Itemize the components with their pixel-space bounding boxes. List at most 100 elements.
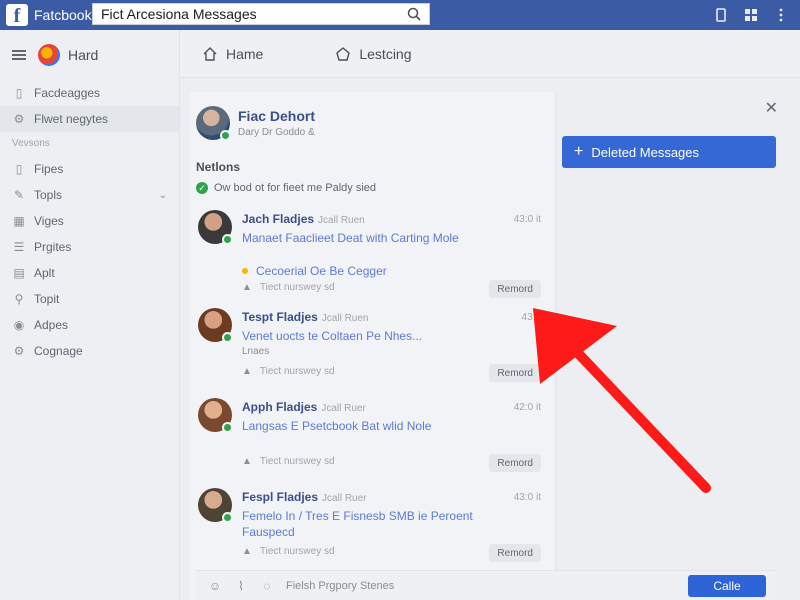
message-footer-text: Tiect nurswey sd xyxy=(259,546,335,557)
list-item[interactable]: Jach Fladjes Jcall Ruen 43:0 it Manaet Fa… xyxy=(196,206,555,298)
status-note: ✓ Ow bod ot for fieet me Paldy sied xyxy=(196,182,555,194)
sidebar-item[interactable]: ⚲ Topit xyxy=(0,286,179,312)
message-body[interactable]: Langsas E Psetcbook Bat wlid Nole xyxy=(242,418,482,434)
plus-icon: + xyxy=(574,143,584,160)
sidebar-section-label: Vevsons xyxy=(12,138,50,149)
avatar[interactable] xyxy=(198,488,233,523)
sidebar-item-label: Fipes xyxy=(34,162,64,176)
avatar[interactable] xyxy=(196,106,231,141)
brand-name: Fatcbook xyxy=(34,7,92,23)
message-footer: ▲ Tiect nurswey sd xyxy=(242,456,335,467)
top-bar: f Fatcbook xyxy=(0,0,800,30)
message-footer: ▲ Tiect nurswey sd xyxy=(242,366,335,377)
sidebar-item-label: Facdeagges xyxy=(34,86,101,100)
sidebar-item-label: Adpes xyxy=(34,318,69,332)
deleted-messages-button[interactable]: + Deleted Messages xyxy=(562,136,776,168)
search-bar[interactable] xyxy=(92,3,430,25)
message-time: 43:0 it xyxy=(513,492,541,503)
message-tag: Lnaes xyxy=(242,346,270,357)
sidebar-item-label: Topls xyxy=(34,188,63,202)
grid-icon[interactable] xyxy=(742,6,760,24)
online-indicator-icon xyxy=(222,234,233,245)
section-title: Netlons xyxy=(196,160,241,174)
sub-navigation: Hame Lestcing xyxy=(180,30,800,78)
menu-icon[interactable] xyxy=(12,50,26,60)
message-time: 43:0 xyxy=(521,312,541,323)
sender-name[interactable]: Apph Fladjes xyxy=(242,400,317,414)
composer-text[interactable]: Fielsh Prgpory Stenes xyxy=(286,580,394,592)
thumbs-up-icon: ▲ xyxy=(242,366,252,377)
message-body[interactable]: Manaet Faaclieet Deat with Carting Mole xyxy=(242,230,482,246)
deleted-messages-label: Deleted Messages xyxy=(591,144,700,160)
emoji-icon[interactable]: ☺ xyxy=(208,579,222,593)
sidebar-header-label: Hard xyxy=(68,47,99,63)
list-item[interactable]: Apph Fladjes Jcall Ruer 42:0 it Langsas E… xyxy=(196,394,555,484)
attachment-icon[interactable]: ⌇ xyxy=(234,579,248,593)
thumbs-up-icon: ▲ xyxy=(242,546,252,557)
sidebar-item[interactable]: ▤ Aplt xyxy=(0,260,179,286)
nav-home[interactable]: Hame xyxy=(202,46,263,62)
sidebar-item[interactable]: ⚙ Cognage xyxy=(0,338,179,364)
remove-button[interactable]: Remord xyxy=(489,364,541,382)
sidebar-item[interactable]: ▦ Viges xyxy=(0,208,179,234)
pentagon-icon xyxy=(336,46,351,61)
message-tag-text: Cecoerial Oe Be Cegger xyxy=(256,264,387,278)
sidebar-item-label: Topit xyxy=(34,292,60,306)
close-icon[interactable]: ✕ xyxy=(765,98,778,118)
sidebar-item-label: Cognage xyxy=(34,344,83,358)
sender-name[interactable]: Jach Fladjes xyxy=(242,212,314,226)
chat-icon[interactable]: ◌ xyxy=(260,579,274,593)
avatar[interactable] xyxy=(38,44,60,66)
thumbs-up-icon: ▲ xyxy=(242,282,252,293)
profile-subtitle: Dary Dr Goddo & xyxy=(238,127,315,138)
remove-button[interactable]: Remord xyxy=(489,280,541,298)
home-icon xyxy=(203,46,217,61)
online-indicator-icon xyxy=(222,512,233,523)
message-body[interactable]: Femelo In / Tres E Fisnesb SMB ie Peroen… xyxy=(242,508,482,540)
message-body[interactable]: Venet uocts te Coltaen Pe Nhes... xyxy=(242,328,482,344)
settings-icon: ◉ xyxy=(13,318,25,332)
sidebar-item-label: Viges xyxy=(34,214,64,228)
list-icon: ☰ xyxy=(13,240,25,254)
list-item[interactable]: Tespt Fladjes Jcall Ruen 43:0 Venet uocts… xyxy=(196,304,555,394)
message-footer: ▲ Tiect nurswey sd xyxy=(242,546,335,557)
message-footer-text: Tiect nurswey sd xyxy=(259,456,335,467)
sidebar-item-settings[interactable]: ⚙ Flwet negytes xyxy=(0,106,179,132)
sidebar-item-label: Aplt xyxy=(34,266,55,280)
call-button[interactable]: Calle xyxy=(688,575,766,597)
sender-name[interactable]: Tespt Fladjes xyxy=(242,310,318,324)
sidebar-item-messages[interactable]: ▯ Facdeagges xyxy=(0,80,179,106)
sidebar-item[interactable]: ◉ Adpes xyxy=(0,312,179,338)
avatar[interactable] xyxy=(198,308,233,343)
gear-icon: ⚙ xyxy=(13,344,25,358)
sidebar-item[interactable]: ☰ Prgites xyxy=(0,234,179,260)
sidebar-item[interactable]: ▯ Fipes xyxy=(0,156,179,182)
profile-name[interactable]: Fiac Dehort xyxy=(238,108,315,124)
page-icon[interactable] xyxy=(712,6,730,24)
thumbs-up-icon: ▲ xyxy=(242,456,252,467)
sidebar-header: Hard xyxy=(0,30,179,80)
tools-icon: ✎ xyxy=(13,188,25,202)
online-indicator-icon xyxy=(222,422,233,433)
gear-icon: ⚙ xyxy=(13,112,25,126)
more-icon[interactable] xyxy=(772,6,790,24)
composer-bar: ☺ ⌇ ◌ Fielsh Prgpory Stenes Calle xyxy=(196,570,776,600)
page-icon: ▯ xyxy=(15,162,23,176)
search-icon[interactable] xyxy=(407,7,421,21)
avatar[interactable] xyxy=(198,210,233,245)
remove-button[interactable]: Remord xyxy=(489,544,541,562)
online-indicator-icon xyxy=(222,332,233,343)
message-time: 42:0 it xyxy=(513,402,541,413)
remove-button[interactable]: Remord xyxy=(489,454,541,472)
search-input[interactable] xyxy=(93,6,393,22)
list-item[interactable]: Fespl Fladjes Jcall Ruer 43:0 it Femelo I… xyxy=(196,484,555,574)
sender-name[interactable]: Fespl Fladjes xyxy=(242,490,318,504)
chevron-down-icon[interactable]: ⌄ xyxy=(159,190,167,201)
nav-home-label: Hame xyxy=(226,45,264,62)
sender-meta: Jcall Ruen xyxy=(321,313,369,324)
facebook-logo-icon[interactable]: f xyxy=(6,4,28,27)
nav-listing[interactable]: Lestcing xyxy=(335,46,412,62)
sidebar-item-label: Flwet negytes xyxy=(34,112,109,126)
avatar[interactable] xyxy=(198,398,233,433)
sidebar-item[interactable]: ✎ Topls ⌄ xyxy=(0,182,179,208)
